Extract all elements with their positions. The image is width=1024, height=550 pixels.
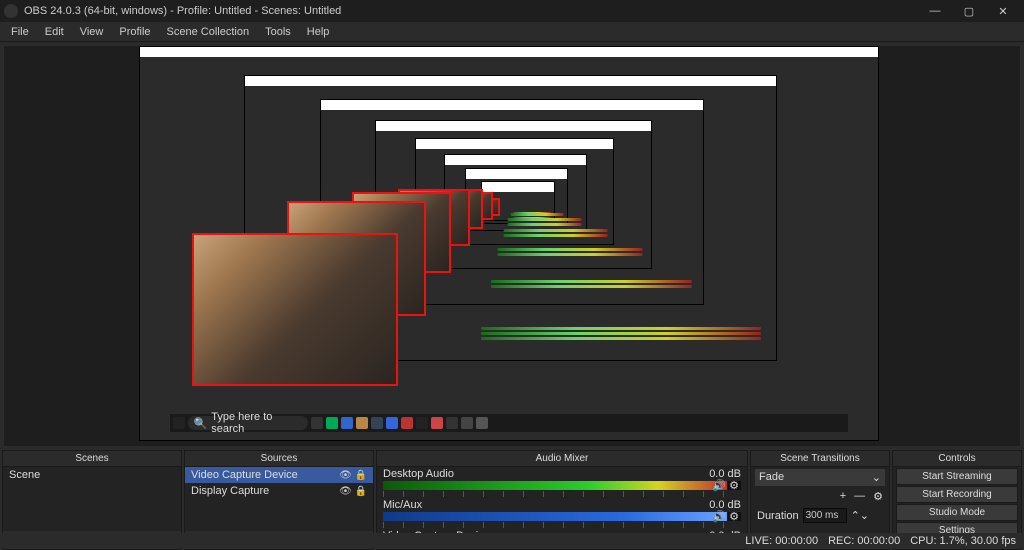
menu-tools[interactable]: Tools xyxy=(258,24,298,40)
chevron-down-icon: ⌄ xyxy=(872,471,881,484)
source-item[interactable]: Display Capture 👁 🔒 xyxy=(185,483,373,499)
captured-taskbar: 🔍Type here to search xyxy=(170,414,849,432)
minimize-button[interactable]: — xyxy=(918,0,952,22)
close-button[interactable]: ✕ xyxy=(986,0,1020,22)
add-transition-button[interactable]: + xyxy=(840,490,846,503)
studio-mode-button[interactable]: Studio Mode xyxy=(896,504,1018,521)
taskbar-search: 🔍Type here to search xyxy=(188,416,308,430)
controls-header: Controls xyxy=(893,451,1021,467)
remove-transition-button[interactable]: — xyxy=(854,490,865,503)
start-icon xyxy=(173,417,185,429)
transition-settings-button[interactable]: ⚙ xyxy=(873,490,883,503)
volume-icon[interactable]: 🔊 xyxy=(712,479,726,492)
duration-label: Duration xyxy=(757,510,799,522)
window-title: OBS 24.0.3 (64-bit, windows) - Profile: … xyxy=(24,5,918,17)
mixer-header: Audio Mixer xyxy=(377,451,747,467)
menu-file[interactable]: File xyxy=(4,24,36,40)
status-cpu: CPU: 1.7%, 30.00 fps xyxy=(910,535,1016,547)
stepper-icon[interactable]: ⌃⌄ xyxy=(851,509,869,522)
preview-canvas[interactable]: 🔍Type here to search xyxy=(4,46,1020,446)
start-recording-button[interactable]: Start Recording xyxy=(896,486,1018,503)
start-streaming-button[interactable]: Start Streaming xyxy=(896,468,1018,485)
menu-edit[interactable]: Edit xyxy=(38,24,71,40)
visibility-toggle-icon[interactable]: 👁 🔒 xyxy=(339,486,367,497)
status-rec: REC: 00:00:00 xyxy=(828,535,900,547)
mixer-settings-icon[interactable]: ⚙ xyxy=(729,479,739,492)
menu-scene-collection[interactable]: Scene Collection xyxy=(160,24,257,40)
status-bar: LIVE: 00:00:00 REC: 00:00:00 CPU: 1.7%, … xyxy=(0,533,1024,549)
maximize-button[interactable]: ▢ xyxy=(952,0,986,22)
mixer-track: Desktop Audio0.0 dB 🔊⚙ xyxy=(377,467,747,498)
menu-profile[interactable]: Profile xyxy=(112,24,157,40)
sources-header: Sources xyxy=(185,451,373,467)
volume-icon[interactable]: 🔊 xyxy=(712,510,726,523)
app-icon xyxy=(4,4,18,18)
status-live: LIVE: 00:00:00 xyxy=(745,535,818,547)
transition-select[interactable]: Fade⌄ xyxy=(755,469,885,486)
title-bar: OBS 24.0.3 (64-bit, windows) - Profile: … xyxy=(0,0,1024,22)
transitions-header: Scene Transitions xyxy=(751,451,889,467)
scene-item[interactable]: Scene xyxy=(3,467,181,483)
menu-help[interactable]: Help xyxy=(300,24,337,40)
webcam-source-frame[interactable] xyxy=(192,233,399,386)
mixer-track: Mic/Aux0.0 dB 🔊⚙ xyxy=(377,498,747,529)
visibility-toggle-icon[interactable]: 👁 🔒 xyxy=(339,470,367,481)
menu-view[interactable]: View xyxy=(73,24,111,40)
menu-bar: File Edit View Profile Scene Collection … xyxy=(0,22,1024,42)
source-item[interactable]: Video Capture Device 👁 🔒 xyxy=(185,467,373,483)
mixer-settings-icon[interactable]: ⚙ xyxy=(729,510,739,523)
scenes-header: Scenes xyxy=(3,451,181,467)
duration-input[interactable] xyxy=(803,508,847,523)
